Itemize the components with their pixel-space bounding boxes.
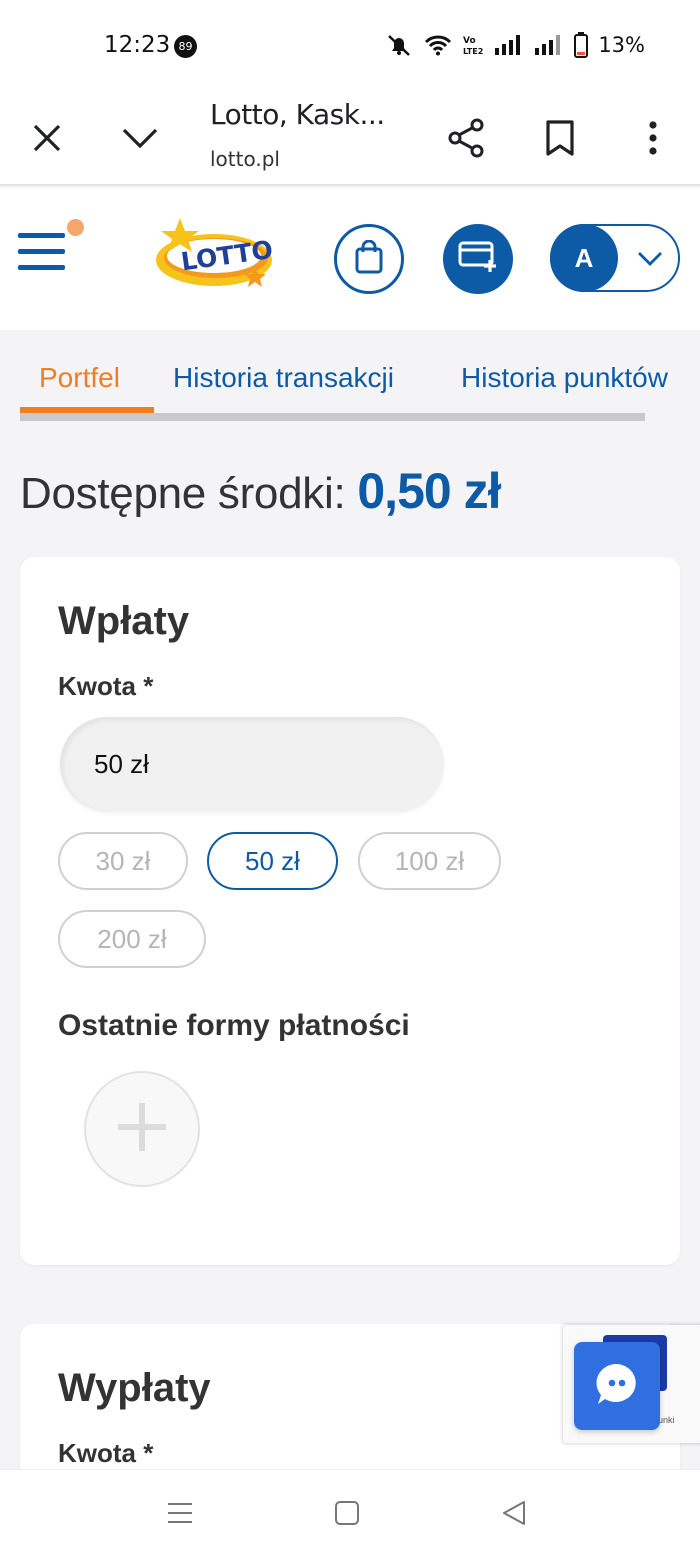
lotto-logo[interactable]: LOTTO (150, 216, 278, 296)
battery-icon (574, 32, 589, 58)
account-menu-button[interactable]: A (550, 224, 680, 292)
tab-historia-transakcji[interactable]: Historia transakcji (173, 362, 394, 394)
shopping-bag-icon (354, 239, 384, 279)
more-vert-icon[interactable] (625, 110, 681, 166)
deposit-card-button[interactable] (443, 224, 513, 294)
svg-text:LTE2: LTE2 (463, 47, 483, 56)
volte-icon: Vo LTE2 (462, 34, 484, 56)
app-root: 12:23 89 Vo LTE2 13% Lotto, Kask... lott… (0, 0, 700, 1555)
balance: Dostępne środki: 0,50 zł (20, 462, 501, 520)
preset-200-button[interactable]: 200 zł (58, 910, 206, 968)
site-header: LOTTO A (0, 188, 700, 330)
deposit-title: Wpłaty (58, 599, 190, 643)
status-icons: Vo LTE2 13% (384, 32, 645, 58)
deposit-amount-input[interactable]: 50 zł (60, 717, 444, 811)
notification-count-badge: 89 (174, 35, 197, 58)
mute-icon (384, 33, 414, 57)
chat-bubble-icon (593, 1360, 641, 1413)
chevron-down-icon (636, 246, 664, 275)
battery-percent: 13% (598, 33, 645, 57)
recent-payment-methods-label: Ostatnie formy płatności (58, 1009, 410, 1042)
back-icon[interactable] (494, 1496, 534, 1530)
cart-button[interactable] (334, 224, 404, 294)
deposit-amount-label: Kwota * (58, 671, 154, 701)
system-nav-bar (0, 1469, 700, 1555)
browser-toolbar: Lotto, Kask... lotto.pl (0, 90, 700, 186)
chat-button[interactable] (574, 1342, 660, 1430)
page-title[interactable]: Lotto, Kask... (210, 98, 385, 131)
preset-100-button[interactable]: 100 zł (358, 832, 501, 890)
add-payment-method-button[interactable] (84, 1071, 200, 1187)
deposit-card: Wpłaty Kwota * 50 zł 30 zł 50 zł 100 zł … (20, 557, 680, 1265)
active-tab-indicator (20, 407, 154, 413)
menu-icon[interactable] (18, 219, 84, 273)
bookmark-icon[interactable] (532, 110, 588, 166)
balance-label: Dostępne środki: (20, 469, 346, 518)
tab-historia-punktow[interactable]: Historia punktów (461, 362, 668, 394)
page-url[interactable]: lotto.pl (210, 147, 280, 171)
preset-30-button[interactable]: 30 zł (58, 832, 188, 890)
tabs-scrollbar[interactable] (20, 413, 645, 421)
close-icon[interactable] (19, 110, 75, 166)
recents-icon[interactable] (160, 1496, 200, 1530)
add-card-icon (458, 241, 498, 278)
home-icon[interactable] (327, 1496, 367, 1530)
balance-amount: 0,50 zł (357, 463, 501, 519)
withdraw-amount-label: Kwota * (58, 1438, 154, 1468)
signal-icon-2 (534, 34, 564, 56)
wifi-icon (424, 34, 452, 56)
tab-portfel[interactable]: Portfel (39, 362, 120, 394)
withdraw-title: Wypłaty (58, 1366, 211, 1410)
signal-icon (494, 34, 524, 56)
avatar: A (550, 224, 618, 292)
status-time: 12:23 (104, 32, 171, 58)
svg-text:Vo: Vo (463, 36, 476, 46)
plus-icon (116, 1101, 168, 1158)
notification-dot (67, 219, 84, 236)
chevron-down-icon[interactable] (112, 110, 168, 166)
status-bar: 12:23 89 Vo LTE2 13% (0, 0, 700, 90)
preset-50-button[interactable]: 50 zł (207, 832, 338, 890)
share-icon[interactable] (438, 110, 494, 166)
